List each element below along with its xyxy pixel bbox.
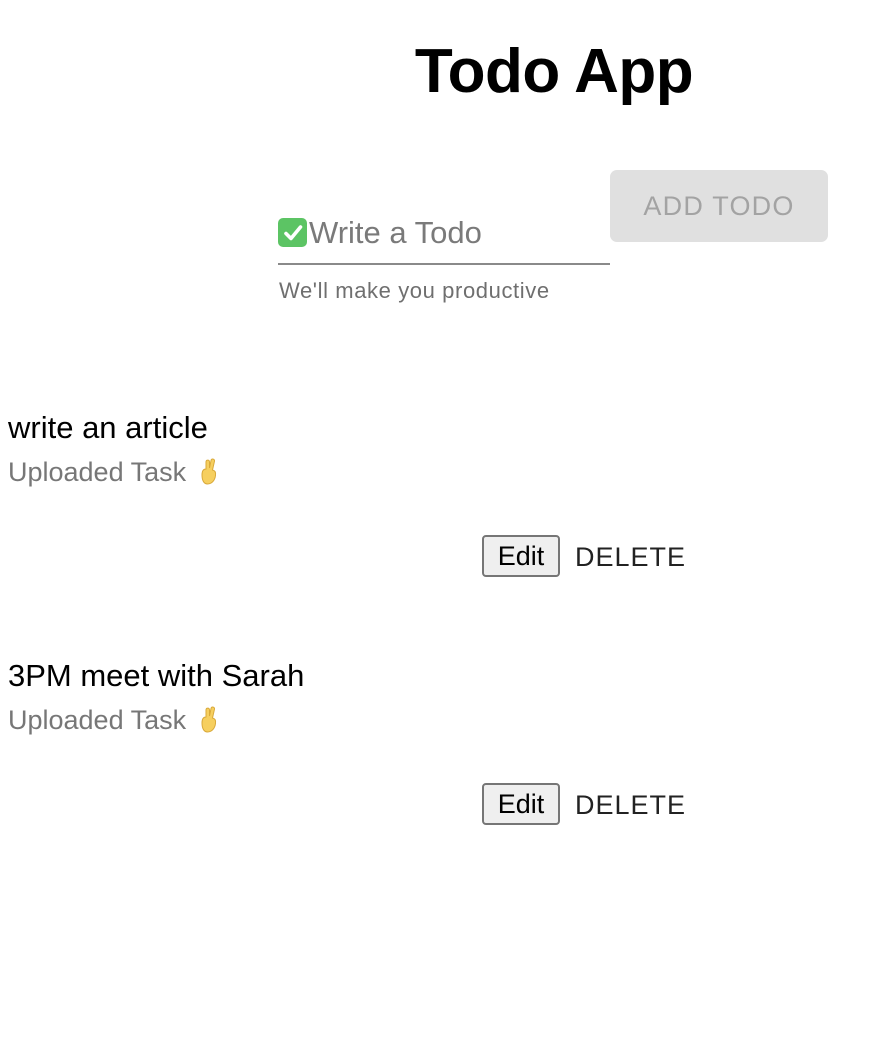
todo-status-label: Uploaded Task [8, 705, 187, 735]
todo-status-label: Uploaded Task [8, 457, 187, 487]
edit-button[interactable]: Edit [482, 783, 560, 825]
check-mark-icon [278, 218, 307, 247]
input-helper-text: We'll make you productive [279, 278, 550, 303]
add-todo-button[interactable]: ADD TODO [610, 170, 828, 242]
todo-status: Uploaded Task [8, 456, 220, 488]
delete-button[interactable]: DELETE [575, 784, 686, 826]
todo-list-item: 3PM meet with Sarah Uploaded Task Edit D… [0, 658, 872, 838]
todo-input-container[interactable] [278, 208, 610, 265]
todo-status: Uploaded Task [8, 704, 220, 736]
crossed-fingers-icon [196, 705, 220, 735]
todo-text: write an article [8, 410, 208, 445]
crossed-fingers-icon [196, 457, 220, 487]
todo-text: 3PM meet with Sarah [8, 658, 305, 693]
edit-button[interactable]: Edit [482, 535, 560, 577]
page-title: Todo App [414, 37, 694, 106]
todo-app-page: Todo App We'll make you productive ADD T… [0, 0, 872, 1044]
delete-button[interactable]: DELETE [575, 536, 686, 578]
todo-list-item: write an article Uploaded Task Edit DELE… [0, 410, 872, 590]
todo-input[interactable] [307, 212, 599, 253]
